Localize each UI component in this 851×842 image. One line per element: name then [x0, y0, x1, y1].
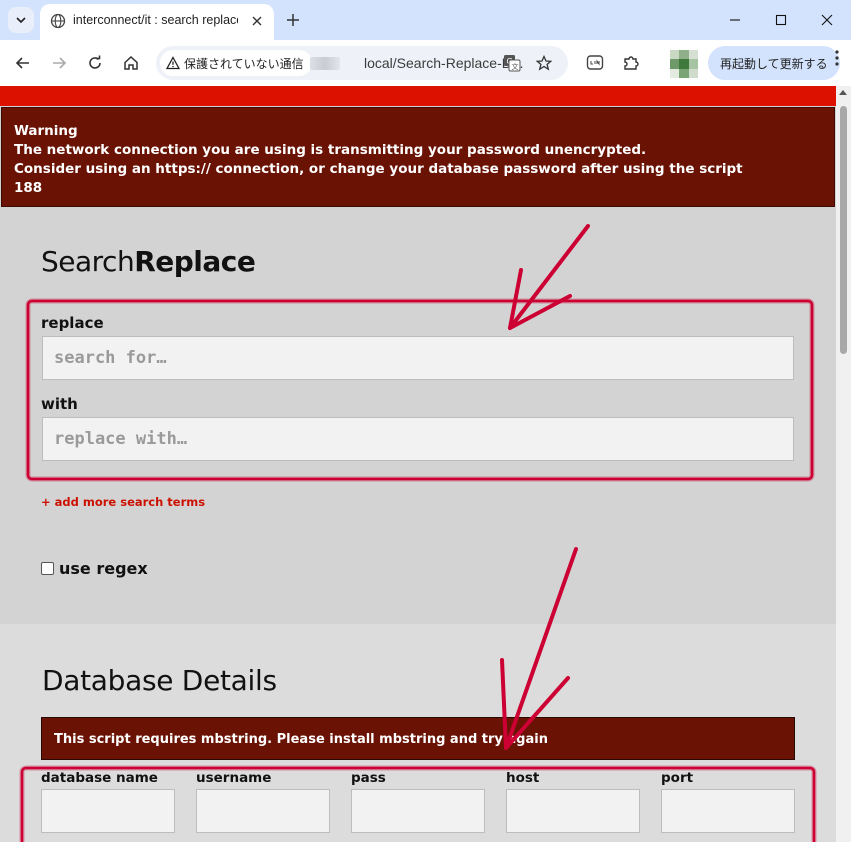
bookmark-button[interactable]: [534, 53, 554, 73]
tab-search-button[interactable]: [8, 7, 34, 33]
page-viewport: Warning The network connection you are u…: [0, 86, 851, 842]
forward-button[interactable]: [47, 51, 71, 75]
url-text: local/Search-Replace-D...: [364, 55, 524, 71]
add-search-terms-link[interactable]: + add more search terms: [41, 495, 205, 509]
host-label: host: [506, 770, 540, 786]
extensions-button[interactable]: [619, 51, 643, 75]
port-field: port: [661, 770, 795, 833]
username-label: username: [196, 770, 272, 786]
tab-strip: interconnect/it : search replace: [0, 0, 851, 40]
warning-triangle-icon: [166, 56, 180, 70]
back-button[interactable]: [11, 51, 35, 75]
db-name-input[interactable]: [41, 789, 175, 833]
title-bold: Replace: [134, 245, 256, 278]
star-icon: [536, 55, 552, 71]
close-icon: [821, 14, 833, 26]
browser-toolbar: 保護されていない通信 local/Search-Replace-D... G文 …: [0, 40, 851, 86]
password-field: pass: [351, 770, 485, 833]
active-tab[interactable]: interconnect/it : search replace: [40, 4, 274, 40]
avatar-icon: [670, 50, 698, 78]
port-input[interactable]: [661, 789, 795, 833]
reload-button[interactable]: [83, 51, 107, 75]
warning-line: The network connection you are using is …: [14, 142, 647, 158]
chevron-down-icon: [16, 17, 26, 24]
address-bar[interactable]: 保護されていない通信 local/Search-Replace-D... G文: [156, 46, 568, 80]
search-replace-section: SearchReplace replace with + add more se…: [0, 207, 836, 624]
home-button[interactable]: [119, 51, 143, 75]
chat-bubble-icon: [586, 55, 604, 70]
profile-avatar[interactable]: [670, 50, 698, 78]
arrow-right-icon: [53, 57, 67, 69]
warning-line: 188: [14, 180, 43, 196]
host-field: host: [506, 770, 640, 833]
translate-button[interactable]: G文: [502, 53, 522, 73]
minimize-icon: [730, 19, 740, 21]
search-for-input[interactable]: [42, 336, 794, 380]
warning-heading: Warning: [14, 123, 78, 139]
close-icon: [252, 16, 262, 26]
relaunch-update-button[interactable]: 再起動して更新する: [708, 46, 840, 80]
more-menu-icon[interactable]: [835, 50, 839, 66]
security-chip[interactable]: 保護されていない通信: [160, 50, 312, 76]
top-red-bar: [0, 86, 836, 106]
database-section: Database Details This script requires mb…: [0, 624, 836, 842]
globe-icon: [50, 13, 66, 29]
page-title: SearchReplace: [41, 245, 256, 278]
warning-line: Consider using an https:// connection, o…: [14, 161, 743, 177]
username-input[interactable]: [196, 789, 330, 833]
port-label: port: [661, 770, 694, 786]
plus-icon: [287, 14, 299, 26]
db-name-field: database name: [41, 770, 175, 833]
maximize-icon: [775, 14, 787, 26]
scroll-up-arrow-icon[interactable]: [839, 90, 847, 95]
scroll-thumb[interactable]: [840, 106, 847, 354]
arrow-left-icon: [15, 57, 29, 69]
tab-title: interconnect/it : search replace: [73, 13, 238, 27]
password-input[interactable]: [351, 789, 485, 833]
tab-close-button[interactable]: [248, 12, 266, 30]
warning-banner: Warning The network connection you are u…: [1, 107, 835, 207]
reload-icon: [89, 55, 101, 69]
host-input[interactable]: [506, 789, 640, 833]
replace-label: replace: [41, 314, 104, 332]
password-label: pass: [351, 770, 386, 786]
home-icon: [124, 55, 138, 70]
title-light: Search: [41, 245, 135, 278]
security-label: 保護されていない通信: [184, 56, 304, 71]
database-title: Database Details: [42, 664, 277, 697]
username-field: username: [196, 770, 330, 833]
line-extension-button[interactable]: [583, 51, 607, 75]
new-tab-button[interactable]: [283, 10, 303, 30]
regex-option[interactable]: use regex: [41, 559, 148, 578]
relaunch-label: 再起動して更新する: [720, 56, 828, 71]
maximize-button[interactable]: [766, 6, 796, 34]
svg-text:文: 文: [512, 62, 519, 71]
with-label: with: [41, 395, 78, 413]
mbstring-warning: This script requires mbstring. Please in…: [41, 717, 795, 760]
replace-with-input[interactable]: [42, 417, 794, 461]
vertical-scrollbar[interactable]: [836, 86, 851, 842]
db-name-label: database name: [41, 770, 158, 786]
window-close-button[interactable]: [812, 6, 842, 34]
minimize-button[interactable]: [720, 6, 750, 34]
regex-label: use regex: [59, 559, 148, 578]
url-host-redacted: [310, 57, 340, 70]
puzzle-icon: [624, 56, 639, 70]
translate-icon: G文: [504, 55, 521, 72]
regex-checkbox[interactable]: [41, 562, 54, 575]
